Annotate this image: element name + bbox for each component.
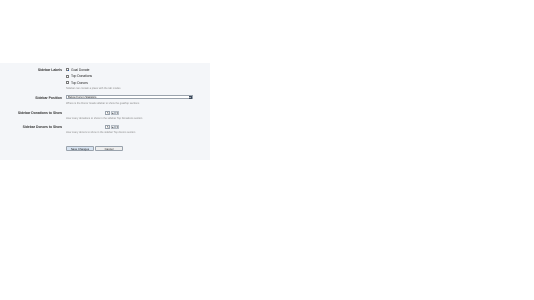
donations-help: How many donations to show in the sideba… xyxy=(66,117,143,120)
settings-panel: Sidebar Labels Goal Donate Top Donations… xyxy=(0,63,210,160)
save-changes-button[interactable]: Save Changes xyxy=(66,146,94,151)
sidebar-position-row-label-wrap: Sidebar Position xyxy=(0,96,62,102)
checkbox-top-donations-row[interactable]: Top Donations xyxy=(66,74,92,79)
checkbox-top-donations-label: Top Donations xyxy=(71,74,93,78)
sidebar-position-select-value: Below Forum Statistics xyxy=(68,95,97,99)
sidebar-labels-row-label-wrap: Sidebar Labels xyxy=(0,68,62,74)
checkbox-top-donations[interactable] xyxy=(66,74,69,78)
donors-up-arrow-icon[interactable]: ▲ xyxy=(110,125,115,129)
donations-up-arrow-icon[interactable]: ▲ xyxy=(110,111,115,115)
checkbox-top-donors-row[interactable]: Top Donors xyxy=(66,80,88,85)
donors-stepper-value[interactable]: 5 xyxy=(105,125,110,129)
sidebar-position-label: Sidebar Position xyxy=(35,96,62,100)
donors-to-show-row-label-wrap: Sidebar Donors to Show xyxy=(0,125,62,131)
checkbox-goal-donate-row[interactable]: Goal Donate xyxy=(66,67,90,72)
cancel-button[interactable]: Cancel xyxy=(95,146,123,151)
donations-down-arrow-icon[interactable]: ▼ xyxy=(115,111,119,115)
donors-down-arrow-icon[interactable]: ▼ xyxy=(115,125,119,129)
donations-to-show-row-label-wrap: Sidebar Donations to Show xyxy=(0,111,62,117)
donors-stepper[interactable]: 5 ▲ ▼ xyxy=(105,125,121,129)
donations-to-show-label: Sidebar Donations to Show xyxy=(17,111,62,115)
donors-to-show-label: Sidebar Donors to Show xyxy=(22,125,62,129)
checkbox-goal-donate[interactable] xyxy=(66,68,70,72)
sidebar-labels-help: Sidebar can contain a place with the tab… xyxy=(66,87,121,90)
donations-stepper[interactable]: 5 ▲ ▼ xyxy=(105,111,121,115)
checkbox-top-donors[interactable] xyxy=(66,81,69,84)
sidebar-position-select[interactable]: Below Forum Statistics xyxy=(66,95,193,99)
sidebar-labels-label: Sidebar Labels xyxy=(37,68,62,72)
donors-help: How many donors to show in the sidebar T… xyxy=(66,131,136,134)
checkbox-top-donors-label: Top Donors xyxy=(71,80,88,85)
donations-stepper-value[interactable]: 5 xyxy=(105,111,110,115)
checkbox-goal-donate-label: Goal Donate xyxy=(71,67,90,72)
sidebar-position-help: Where is the Donor Goals sidebar to show… xyxy=(66,102,140,105)
chevron-down-icon[interactable] xyxy=(188,96,192,99)
